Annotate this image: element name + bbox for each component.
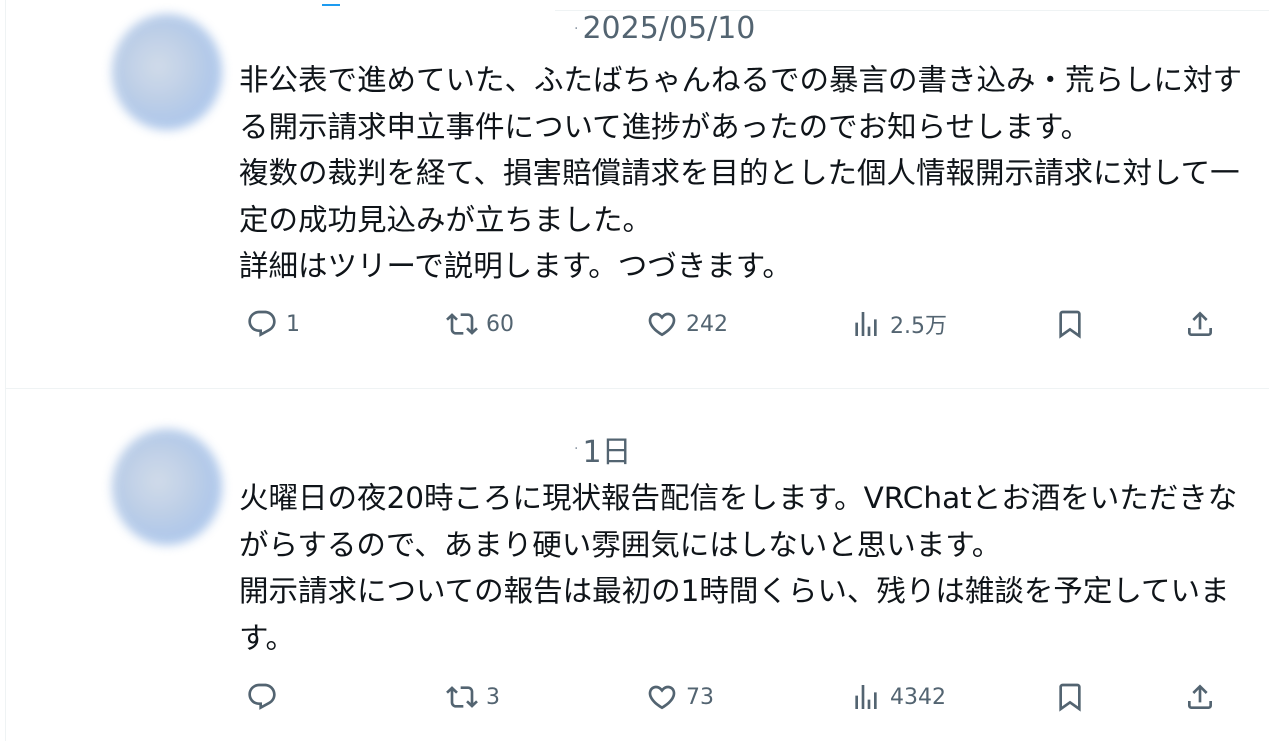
tweet-text-line: る開示請求申立事件について進捗があったのでお知らせします。 (239, 109, 1091, 144)
tweet-text: 非公表で進めていた、ふたばちゃんねるでの暴言の書き込み・荒らしに対す る開示請求… (239, 57, 1269, 290)
heart-icon (648, 312, 676, 337)
views-icon (855, 312, 877, 336)
views-icon (855, 685, 877, 709)
bookmark-button[interactable] (1054, 677, 1086, 717)
tweet-header: · 2025/05/10 (574, 11, 755, 46)
views-button[interactable]: 2.5万 (850, 304, 947, 344)
tweet-timestamp[interactable]: 2025/05/10 (582, 11, 755, 46)
reply-button[interactable] (246, 677, 286, 717)
tweet-text: 火曜日の夜20時ころに現状報告配信をします。VRChatとお酒をいただきな がら… (239, 475, 1269, 661)
like-button[interactable]: 73 (646, 677, 714, 717)
share-icon (1188, 684, 1212, 709)
tweet-text-line: 詳細はツリーで説明します。つづきます。 (239, 249, 792, 283)
repost-button[interactable]: 60 (446, 304, 514, 344)
tweet-text-line: 火曜日の夜20時ころに現状報告配信をします。VRChatとお酒をいただきな (239, 481, 1238, 515)
repost-count: 60 (486, 311, 514, 337)
tweet-header: · 1日 (574, 427, 632, 471)
like-count: 242 (686, 311, 728, 337)
views-count: 2.5万 (890, 314, 947, 339)
share-icon (1188, 311, 1212, 336)
repost-icon (446, 313, 478, 335)
tweet-text-line: す。 (239, 620, 296, 655)
tweet-timestamp[interactable]: 1日 (582, 427, 631, 471)
views-count: 4342 (890, 684, 946, 710)
repost-icon (446, 686, 478, 708)
reply-count: 1 (286, 311, 300, 337)
repost-count: 3 (486, 684, 500, 710)
separator-dot: · (574, 441, 579, 457)
repost-button[interactable]: 3 (446, 677, 500, 717)
tweet-action-bar: 3 73 4342 (242, 677, 1242, 717)
views-button[interactable]: 4342 (850, 677, 946, 717)
tweet-text-line: 複数の裁判を経て、損害賠償請求を目的とした個人情報開示請求に対して一 (239, 156, 1240, 190)
bookmark-icon (1059, 683, 1081, 712)
bookmark-icon (1059, 310, 1081, 339)
tweet-text-line: がらするので、あまり硬い雰囲気にはしないと思います。 (239, 527, 1002, 562)
like-count: 73 (686, 684, 714, 710)
tweet-text-line: 開示請求についての報告は最初の1時間くらい、残りは雑談を予定していま (239, 574, 1230, 608)
tweet-text-line: 非公表で進めていた、ふたばちゃんねるでの暴言の書き込み・荒らしに対す (239, 63, 1243, 97)
share-button[interactable] (1184, 304, 1216, 344)
tweet[interactable]: · 2025/05/10 非公表で進めていた、ふたばちゃんねるでの暴言の書き込み… (6, 0, 1269, 389)
avatar[interactable] (112, 429, 222, 545)
separator-dot: · (574, 20, 579, 37)
reply-icon (248, 683, 276, 710)
tweet[interactable]: · 1日 火曜日の夜20時ころに現状報告配信をします。VRChatとお酒をいただ… (6, 389, 1269, 741)
heart-icon (648, 685, 676, 710)
reply-button[interactable]: 1 (246, 304, 300, 344)
share-button[interactable] (1184, 677, 1216, 717)
tweet-action-bar: 1 60 242 2.5万 (242, 304, 1242, 344)
like-button[interactable]: 242 (646, 304, 728, 344)
tweet-text-line: 定の成功見込みが立ちました。 (239, 202, 653, 237)
avatar[interactable] (112, 14, 222, 130)
bookmark-button[interactable] (1054, 304, 1086, 344)
reply-icon (248, 310, 276, 337)
